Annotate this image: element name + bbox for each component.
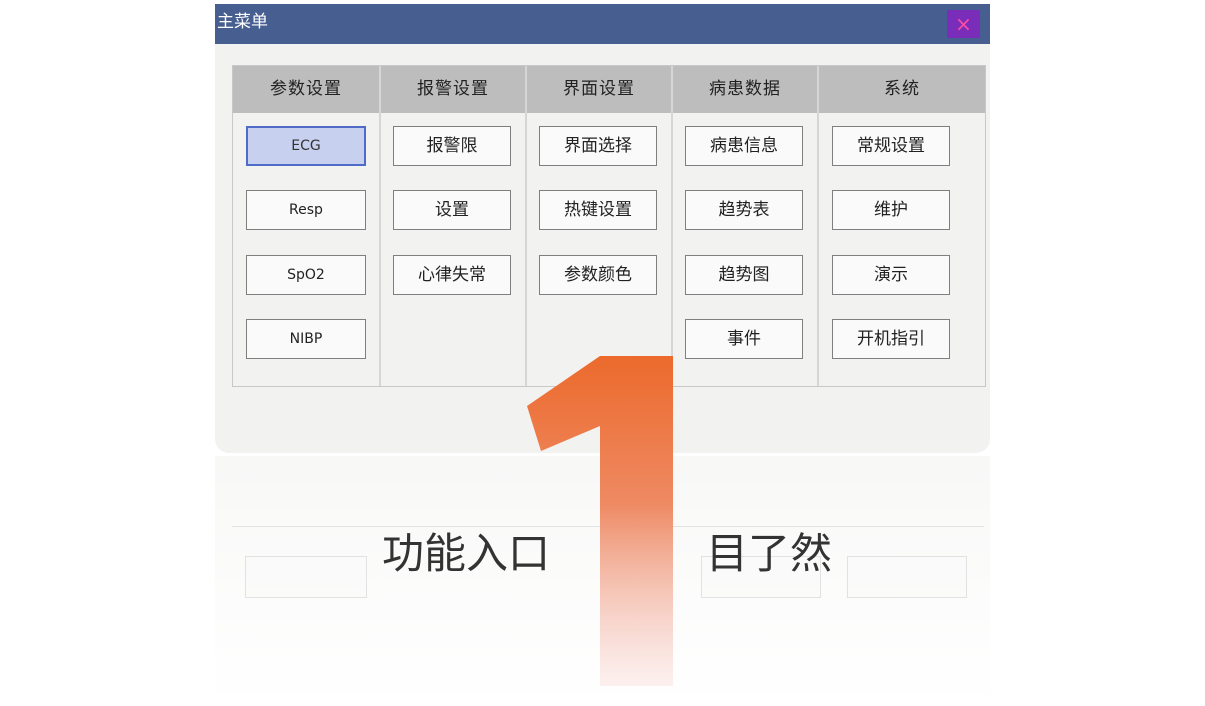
- column-interface-settings: 界面设置 界面选择 热键设置 参数颜色: [527, 66, 673, 386]
- dialog-title: 主菜单: [217, 12, 268, 32]
- big-number-one-graphic: [527, 356, 673, 686]
- menu-item-spo2[interactable]: SpO2: [246, 255, 366, 295]
- menu-item-alarm-limits[interactable]: 报警限: [393, 126, 511, 166]
- reflection-box: [847, 556, 967, 598]
- column-header: 系统: [819, 66, 985, 113]
- menu-item-general-settings[interactable]: 常规设置: [832, 126, 950, 166]
- menu-item-trend-graph[interactable]: 趋势图: [685, 255, 803, 295]
- menu-item-nibp[interactable]: NIBP: [246, 319, 366, 359]
- menu-item-events[interactable]: 事件: [685, 319, 803, 359]
- menu-item-alarm-setup[interactable]: 设置: [393, 190, 511, 230]
- menu-grid: 参数设置 ECG Resp SpO2 NIBP 报警设置 报警限 设置 心律失常…: [232, 65, 986, 387]
- menu-item-startup-guide[interactable]: 开机指引: [832, 319, 950, 359]
- menu-item-parameter-color[interactable]: 参数颜色: [539, 255, 657, 295]
- column-system: 系统 常规设置 维护 演示 开机指引: [819, 66, 985, 386]
- tagline-left: 功能入口: [382, 529, 551, 578]
- title-bar[interactable]: 主菜单 ×: [215, 4, 990, 44]
- menu-item-maintenance[interactable]: 维护: [832, 190, 950, 230]
- menu-item-interface-select[interactable]: 界面选择: [539, 126, 657, 166]
- menu-item-hotkey-setup[interactable]: 热键设置: [539, 190, 657, 230]
- column-header: 病患数据: [673, 66, 817, 113]
- menu-item-resp[interactable]: Resp: [246, 190, 366, 230]
- close-button[interactable]: ×: [947, 10, 980, 38]
- column-header: 界面设置: [527, 66, 671, 113]
- column-alarm-settings: 报警设置 报警限 设置 心律失常: [381, 66, 527, 386]
- close-icon: ×: [955, 12, 972, 36]
- column-parameter-settings: 参数设置 ECG Resp SpO2 NIBP: [233, 66, 381, 386]
- column-header: 报警设置: [381, 66, 525, 113]
- menu-item-patient-info[interactable]: 病患信息: [685, 126, 803, 166]
- column-patient-data: 病患数据 病患信息 趋势表 趋势图 事件: [673, 66, 819, 386]
- menu-item-ecg[interactable]: ECG: [246, 126, 366, 166]
- tagline-right: 目了然: [706, 529, 833, 578]
- column-header: 参数设置: [233, 66, 379, 113]
- menu-item-trend-table[interactable]: 趋势表: [685, 190, 803, 230]
- menu-item-arrhythmia[interactable]: 心律失常: [393, 255, 511, 295]
- reflection-box: [245, 556, 367, 598]
- menu-item-demo[interactable]: 演示: [832, 255, 950, 295]
